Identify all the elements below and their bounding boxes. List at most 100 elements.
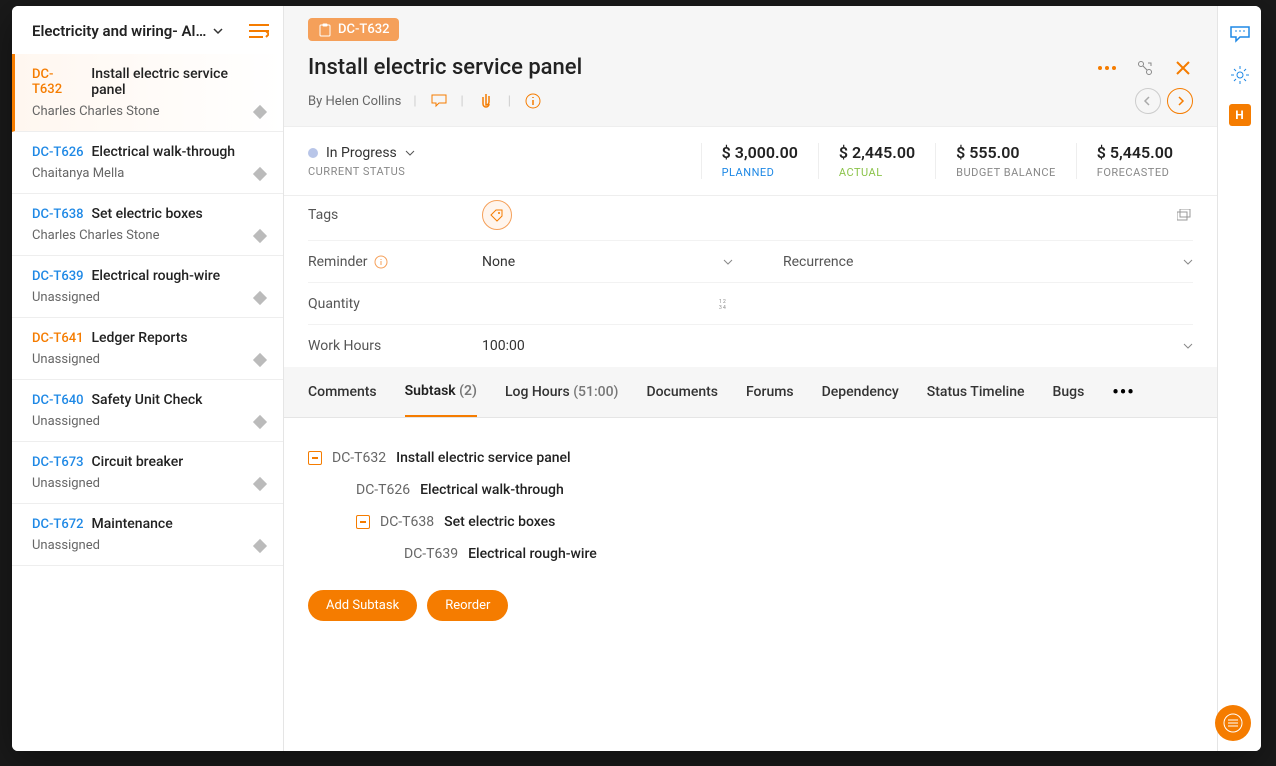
main-header: DC-T632 Install electric service panel B… [284, 6, 1217, 126]
priority-icon [253, 476, 267, 490]
subtask-row[interactable]: DC-T638 Set electric boxes [308, 506, 1193, 538]
tab-forums[interactable]: Forums [746, 368, 794, 416]
status-text: In Progress [326, 145, 397, 161]
chevron-down-icon [723, 257, 733, 267]
author-text: By Helen Collins [308, 94, 401, 109]
subtask-row[interactable]: DC-T632 Install electric service panel [308, 442, 1193, 474]
subtask-row[interactable]: DC-T626 Electrical walk-through [308, 474, 1193, 506]
fab-button[interactable] [1215, 705, 1251, 741]
main-panel: DC-T632 Install electric service panel B… [284, 6, 1217, 751]
tabs: Comments Subtask (2) Log Hours (51:00) D… [284, 367, 1217, 418]
svg-text:3 4: 3 4 [719, 305, 726, 310]
quantity-label: Quantity [308, 296, 482, 312]
priority-icon [253, 290, 267, 304]
metrics: $ 3,000.00 PLANNED $ 2,445.00 ACTUAL $ 5… [701, 143, 1193, 179]
task-item-name: Set electric boxes [91, 206, 202, 222]
chevron-down-icon [1183, 341, 1193, 351]
sidebar-title-dropdown[interactable]: Electricity and wiring- Al… [32, 22, 249, 40]
task-item-name: Install electric service panel [91, 66, 265, 98]
task-item-name: Circuit breaker [91, 454, 183, 470]
clipboard-icon [318, 23, 332, 37]
subtask-row[interactable]: DC-T639 Electrical rough-wire [308, 538, 1193, 570]
sidebar-header: Electricity and wiring- Al… [12, 6, 283, 54]
tab-status-timeline[interactable]: Status Timeline [927, 368, 1025, 416]
reminder-select[interactable]: None [482, 254, 783, 270]
metric-value: $ 5,445.00 [1097, 143, 1173, 162]
sidebar: Electricity and wiring- Al… DC-T632 Inst… [12, 6, 284, 751]
chat-icon[interactable] [1229, 24, 1251, 46]
task-item-id: DC-T626 [32, 145, 83, 160]
grid-icon: 1 23 4 [719, 298, 733, 310]
task-id-badge[interactable]: DC-T632 [308, 18, 399, 41]
h-badge[interactable]: H [1229, 104, 1251, 126]
task-item-assignee: Unassigned [32, 538, 100, 553]
subtask-id: DC-T639 [404, 546, 458, 562]
task-list: DC-T632 Install electric service panel C… [12, 54, 283, 751]
task-item-name: Maintenance [91, 516, 172, 532]
tag-add-icon[interactable] [482, 200, 512, 230]
info-icon [374, 255, 388, 269]
task-item[interactable]: DC-T640 Safety Unit Check Unassigned [12, 380, 283, 442]
chevron-down-icon [212, 25, 224, 37]
gear-icon[interactable] [1229, 64, 1251, 86]
link-icon[interactable] [1135, 58, 1155, 78]
details-section: Tags Reminder None Recurrence [284, 196, 1217, 367]
collapse-box-icon[interactable] [308, 451, 322, 465]
attachment-icon[interactable] [476, 91, 496, 111]
metric-actual: $ 2,445.00 ACTUAL [818, 143, 935, 179]
task-item-id: DC-T641 [32, 331, 83, 346]
task-item-name: Safety Unit Check [91, 392, 202, 408]
recurrence-select[interactable]: Recurrence [783, 254, 1193, 270]
task-item-id: DC-T639 [32, 269, 83, 284]
task-item-id: DC-T672 [32, 517, 83, 532]
task-item[interactable]: DC-T626 Electrical walk-through Chaitany… [12, 132, 283, 194]
reminder-label: Reminder [308, 254, 482, 270]
quantity-value[interactable]: 1 23 4 [482, 298, 783, 310]
status-dropdown[interactable]: In Progress [308, 145, 701, 161]
next-button[interactable] [1167, 88, 1193, 114]
tab-bugs[interactable]: Bugs [1053, 368, 1085, 416]
priority-icon [253, 166, 267, 180]
tab-documents[interactable]: Documents [646, 368, 718, 416]
tab-subtask[interactable]: Subtask (2) [405, 367, 477, 417]
metric-label: BUDGET BALANCE [956, 166, 1056, 179]
task-item[interactable]: DC-T638 Set electric boxes Charles Charl… [12, 194, 283, 256]
subtask-id: DC-T638 [380, 514, 434, 530]
tab-loghours[interactable]: Log Hours (51:00) [505, 368, 619, 416]
tab-dependency[interactable]: Dependency [822, 368, 899, 416]
nav-arrows [1135, 88, 1193, 114]
status-dot-icon [308, 148, 318, 158]
add-subtask-button[interactable]: Add Subtask [308, 590, 417, 621]
task-item[interactable]: DC-T641 Ledger Reports Unassigned [12, 318, 283, 380]
workhours-value[interactable]: 100:00 [482, 338, 783, 354]
task-item-assignee: Unassigned [32, 352, 100, 367]
metric-budget: $ 555.00 BUDGET BALANCE [935, 143, 1076, 179]
collapse-box-icon[interactable] [356, 515, 370, 529]
page-title: Install electric service panel [308, 55, 582, 80]
reorder-button[interactable]: Reorder [427, 590, 508, 621]
tab-comments[interactable]: Comments [308, 368, 377, 416]
tag-expand-icon[interactable] [1177, 209, 1193, 221]
comment-icon[interactable] [429, 91, 449, 111]
collapse-icon[interactable] [249, 23, 269, 39]
task-item[interactable]: DC-T672 Maintenance Unassigned [12, 504, 283, 566]
subtask-name: Set electric boxes [444, 514, 555, 530]
prev-button[interactable] [1135, 88, 1161, 114]
info-icon[interactable] [523, 91, 543, 111]
metric-label: PLANNED [722, 166, 798, 179]
task-item[interactable]: DC-T673 Circuit breaker Unassigned [12, 442, 283, 504]
sidebar-title: Electricity and wiring- Al… [32, 22, 206, 40]
priority-icon [253, 228, 267, 242]
subtask-name: Electrical rough-wire [468, 546, 597, 562]
chevron-down-icon [1183, 257, 1193, 267]
more-icon[interactable] [1097, 58, 1117, 78]
author-row: By Helen Collins | | | [308, 88, 1193, 114]
task-item[interactable]: DC-T639 Electrical rough-wire Unassigned [12, 256, 283, 318]
task-item-id: DC-T673 [32, 455, 83, 470]
close-icon[interactable] [1173, 58, 1193, 78]
priority-icon [253, 538, 267, 552]
task-item[interactable]: DC-T632 Install electric service panel C… [12, 54, 283, 132]
tab-more-icon[interactable]: ••• [1112, 382, 1134, 403]
rightbar: H [1217, 6, 1261, 751]
status-label: CURRENT STATUS [308, 165, 701, 178]
